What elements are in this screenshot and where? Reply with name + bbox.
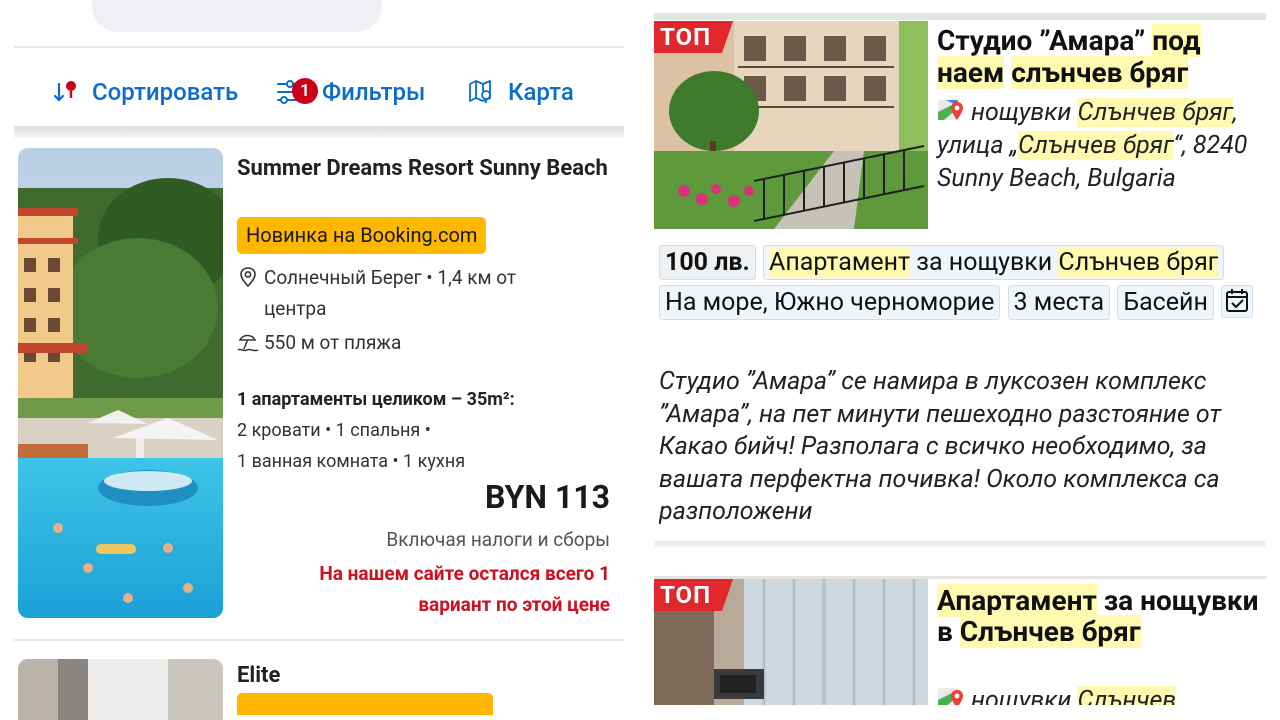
top-tag: ТОП: [654, 21, 734, 53]
beach-distance-text: 550 м от пляжа: [264, 331, 402, 354]
beach-distance-row: 550 м от пляжа: [237, 327, 401, 358]
listing-photo[interactable]: ТОП: [654, 579, 928, 710]
pool-chip[interactable]: Басейн: [1117, 285, 1214, 320]
map-icon: [468, 78, 494, 106]
new-on-booking-badge: Новинка на Booking.com: [237, 217, 487, 254]
chip-highlight: Слънчев бряг: [1058, 248, 1219, 277]
divider: [654, 541, 1266, 548]
location-pin-icon: [238, 266, 258, 297]
filter-icon: 1: [276, 77, 322, 107]
top-tag: ТОП: [654, 579, 734, 611]
filters-button[interactable]: 1 Фильтры: [276, 74, 425, 110]
address-highlight: Слънчев бряг: [1077, 98, 1233, 127]
divider: [654, 13, 1266, 20]
listing-title[interactable]: Апартамент за нощувки в Слънчев бряг: [937, 584, 1262, 648]
taxes-note: Включая налоги и сборы: [386, 528, 610, 551]
google-maps-pin-icon[interactable]: [937, 98, 965, 124]
hotel-title[interactable]: Summer Dreams Resort Sunny Beach: [237, 152, 617, 185]
title-highlight: Апартамент: [937, 584, 1097, 617]
category-chip[interactable]: Апартамент за нощувки Слънчев бряг: [763, 245, 1225, 280]
hotel-card[interactable]: Summer Dreams Resort Sunny Beach Новинка…: [14, 138, 624, 640]
location-text: Солнечный Берег • 1,4 км от центра: [264, 266, 517, 320]
apartment-summary: 1 апартаменты целиком – 35m²:: [237, 389, 515, 410]
sort-button[interactable]: Сортировать: [52, 74, 238, 110]
new-on-booking-badge: [237, 693, 493, 715]
sort-icon: [52, 78, 80, 106]
map-button[interactable]: Карта: [468, 74, 574, 110]
listing-photo[interactable]: ТОП: [654, 21, 928, 229]
search-bar[interactable]: [92, 0, 382, 32]
hotel-photo[interactable]: [18, 148, 223, 618]
title-text: Студио ”Амара”: [937, 24, 1153, 57]
classifieds-pane: ТОП Студио ”Амара” под наем слънчев бряг…: [654, 0, 1266, 720]
hotel-card[interactable]: Elite: [14, 641, 624, 720]
title-highlight: слънчев бряг: [1011, 56, 1189, 89]
title-highlight: под: [1152, 24, 1201, 57]
listing-description: Студио ”Амара” се намира в луксозен комп…: [659, 367, 1222, 526]
address-highlight: Слънчев бряг: [1018, 131, 1174, 160]
address-text: нощувки: [971, 98, 1078, 127]
sort-label: Сортировать: [92, 78, 239, 106]
filter-count-badge: 1: [292, 78, 318, 104]
price-chip: 100 лв.: [659, 245, 756, 280]
apartment-details-line2: 1 ванная комната • 1 кухня: [237, 451, 466, 472]
calendar-icon[interactable]: [1221, 284, 1254, 318]
hotel-title[interactable]: Elite: [237, 663, 280, 688]
price: BYN 113: [485, 478, 610, 516]
location-row: Солнечный Берег • 1,4 км от центра: [237, 262, 567, 324]
listing-address[interactable]: нощувки Слънчев бряг, улица „Слънчев бря…: [937, 96, 1262, 195]
chip-highlight: Апартамент: [769, 248, 911, 277]
map-label: Карта: [508, 78, 574, 106]
region-chip[interactable]: На море, Южно черноморие: [659, 285, 1001, 320]
divider: [14, 46, 624, 48]
chip-text: за нощувки: [910, 248, 1059, 277]
toolbar-shadow: [14, 126, 624, 138]
results-toolbar: Сортировать 1 Фильтры Карта: [14, 60, 624, 122]
listing-title[interactable]: Студио ”Амара” под наем слънчев бряг: [937, 24, 1262, 89]
screen-edge: [654, 705, 1266, 720]
listing-tags: 100 лв. Апартамент за нощувки Слънчев бр…: [659, 244, 1259, 324]
beach-icon: [237, 331, 259, 362]
capacity-chip[interactable]: 3 места: [1007, 285, 1111, 320]
title-highlight: Слънчев бряг: [959, 615, 1141, 648]
booking-results-pane: Сортировать 1 Фильтры Карта Summer Dream…: [14, 0, 624, 720]
scarcity-warning: На нашем сайте остался всего 1 вариант п…: [319, 562, 610, 616]
apartment-details-line1: 2 кровати • 1 спальня •: [237, 420, 431, 441]
title-highlight: наем: [937, 56, 1005, 89]
hotel-photo[interactable]: [18, 659, 223, 720]
filters-label: Фильтры: [322, 78, 426, 106]
